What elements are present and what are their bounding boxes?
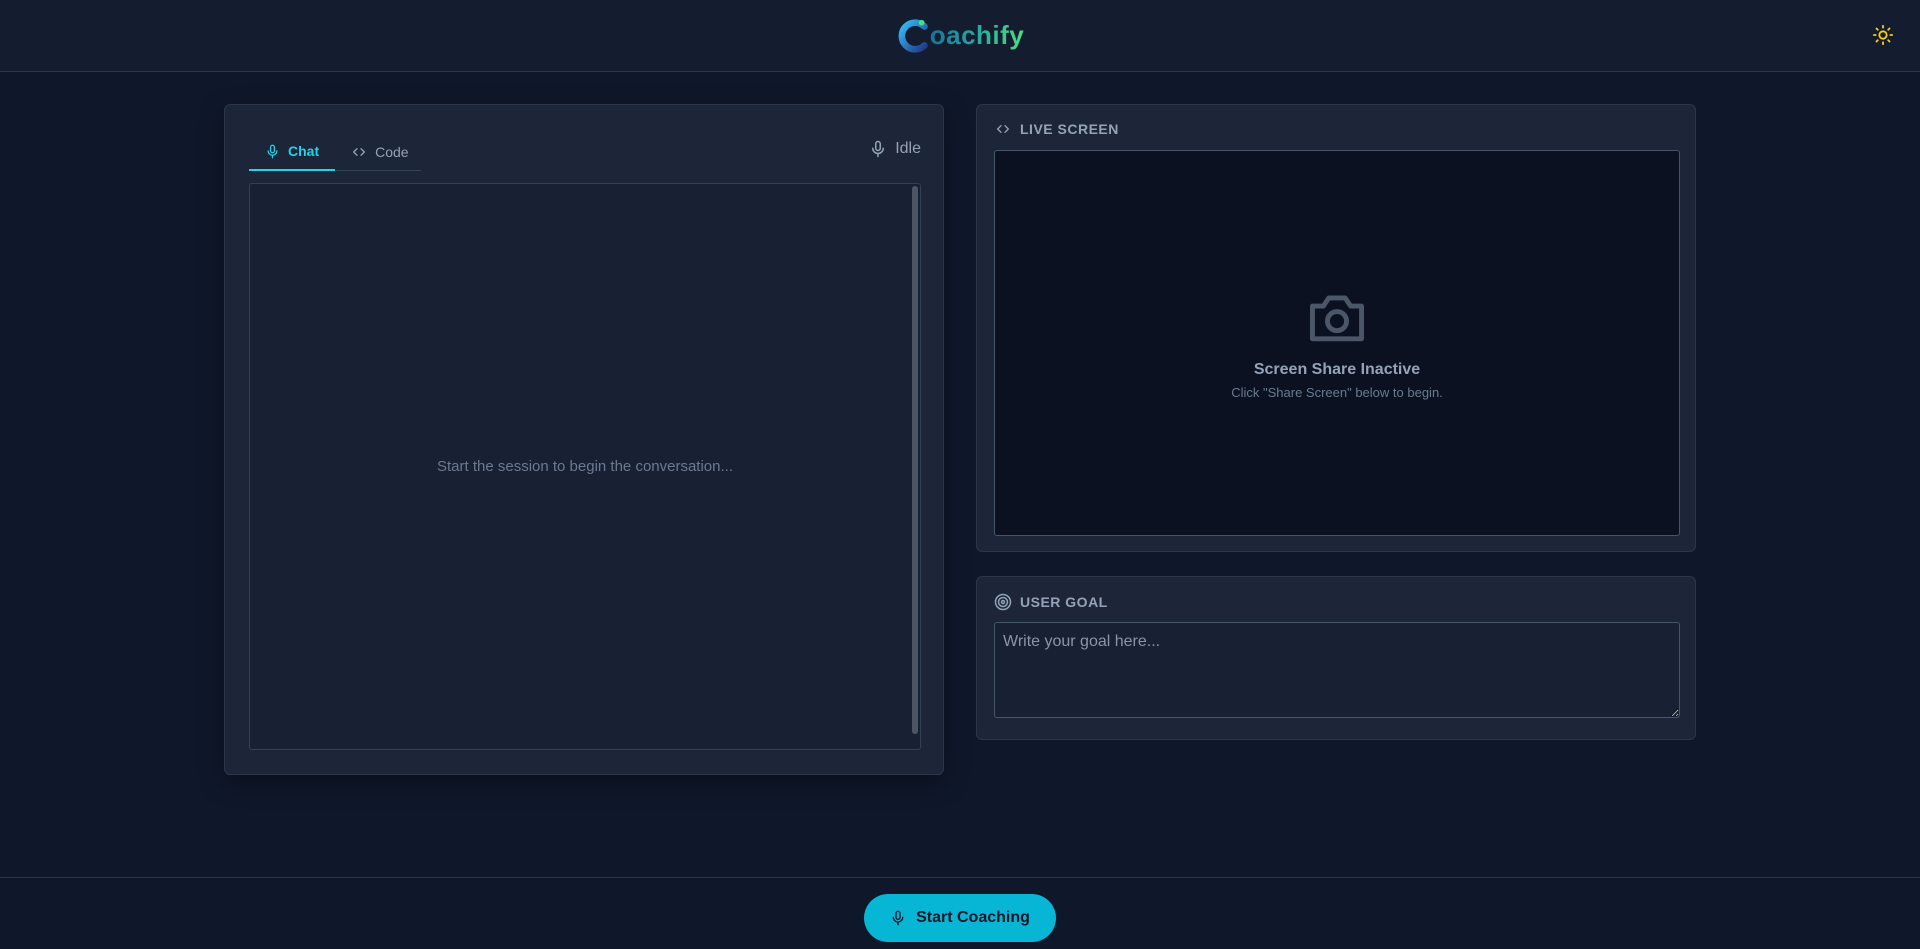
live-screen-heading: LIVE SCREEN	[994, 121, 1119, 137]
theme-toggle-button[interactable]	[1870, 22, 1896, 48]
screen-share-status: Screen Share Inactive	[1253, 360, 1421, 378]
screen-share-hint: Click "Share Screen" below to begin.	[1231, 384, 1443, 400]
voice-status: Idle	[869, 139, 921, 159]
chat-transcript[interactable]: Start the session to begin the conversat…	[249, 183, 921, 750]
user-goal-heading-label: USER GOAL	[1020, 594, 1108, 610]
chat-panel: Chat Code Idle Start the session to begi…	[224, 104, 944, 775]
logo-c-icon	[898, 18, 928, 53]
target-icon	[994, 593, 1012, 611]
tab-code-label: Code	[375, 144, 409, 160]
logo-text: oachify	[929, 20, 1025, 50]
footer-bar: Start Coaching	[0, 877, 1920, 949]
sun-icon	[1872, 24, 1894, 46]
tab-chat[interactable]: Chat	[249, 133, 336, 171]
code-icon	[997, 125, 1009, 133]
camera-icon	[1310, 294, 1364, 341]
tab-code[interactable]: Code	[335, 133, 424, 171]
code-icon	[353, 148, 366, 156]
voice-status-label: Idle	[895, 140, 921, 157]
live-screen-panel: LIVE SCREEN Screen Share Inactive Click …	[976, 104, 1696, 552]
app-logo[interactable]: oachify	[896, 17, 1025, 55]
app-header: oachify	[0, 0, 1920, 72]
start-coaching-label: Start Coaching	[916, 909, 1030, 926]
chat-tabs: Chat Code	[249, 133, 421, 171]
chat-scrollbar[interactable]	[912, 186, 918, 734]
tab-chat-label: Chat	[288, 143, 320, 159]
live-screen-heading-label: LIVE SCREEN	[1020, 121, 1119, 137]
start-coaching-button[interactable]: Start Coaching	[864, 894, 1056, 942]
screen-share-preview: Screen Share Inactive Click "Share Scree…	[994, 150, 1680, 536]
user-goal-panel: USER GOAL	[976, 576, 1696, 740]
user-goal-heading: USER GOAL	[994, 593, 1108, 611]
microphone-icon	[267, 144, 278, 158]
microphone-icon	[872, 140, 885, 158]
user-goal-input[interactable]	[994, 622, 1680, 718]
microphone-icon	[892, 910, 904, 926]
chat-placeholder: Start the session to begin the conversat…	[436, 458, 733, 475]
